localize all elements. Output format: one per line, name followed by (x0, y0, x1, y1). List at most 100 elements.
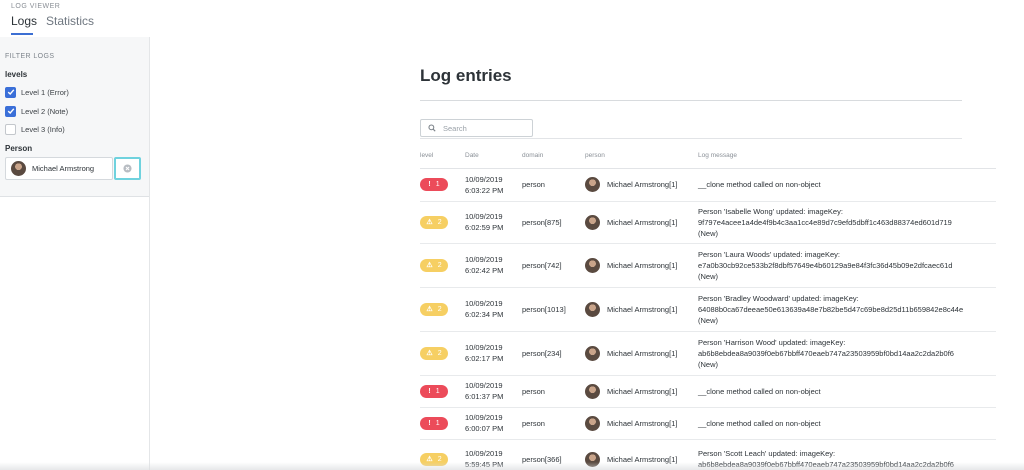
avatar (585, 257, 600, 273)
log-message-line: Person 'Laura Woods' updated: imageKey: (698, 249, 840, 259)
log-message-line: Person 'Harrison Wood' updated: imageKey… (698, 337, 846, 347)
log-time: 5:59:45 PM (465, 460, 504, 469)
level-number: 2 (437, 349, 442, 357)
filter-title: FILTER LOGS (5, 53, 55, 60)
date-cell: 10/09/2019 6:02:17 PM (465, 331, 522, 376)
log-message-cell: __clone method called on non-object (698, 168, 996, 202)
level-number: 1 (435, 387, 440, 395)
level-number: 2 (437, 218, 442, 226)
level-3-label: Level 3 (Info) (21, 124, 65, 134)
level-number: 1 (435, 419, 440, 427)
checkmark-icon (7, 108, 14, 115)
table-row[interactable]: ! 1 10/09/2019 6:03:22 PM person Michael Arms… (420, 168, 996, 202)
log-message-line: (New) (698, 315, 718, 325)
level-3-filter[interactable]: Level 3 (Info) (5, 123, 65, 135)
person-select[interactable]: Michael Armstrong (5, 157, 113, 180)
log-table: level Date domain person Log message ! 1 1… (420, 144, 996, 470)
person-cell: Michael Armstrong[1] (585, 439, 698, 470)
log-date: 10/09/2019 (465, 174, 503, 184)
tab-statistics[interactable]: Statistics (46, 14, 94, 28)
domain-cell: person[742] (522, 243, 585, 288)
column-header-level[interactable]: level (420, 144, 465, 169)
log-message-line: Person 'Isabelle Wong' updated: imageKey… (698, 206, 843, 216)
table-row[interactable]: ⚠ 2 10/09/2019 6:02:59 PM person[875] Michael… (420, 201, 996, 244)
sidebar: FILTER LOGS levels Level 1 (Error) Level… (0, 37, 150, 470)
warning-badge: ⚠ 2 (420, 452, 448, 466)
table-row[interactable]: ⚠ 2 10/09/2019 6:02:17 PM person[234] Michael… (420, 331, 996, 376)
table-row[interactable]: ⚠ 2 10/09/2019 6:02:34 PM person[1013] Michae… (420, 287, 996, 332)
table-row[interactable]: ! 1 10/09/2019 6:01:37 PM person Michael Arms… (420, 375, 996, 408)
date-cell: 10/09/2019 6:02:42 PM (465, 243, 522, 288)
table-row[interactable]: ⚠ 2 10/09/2019 5:59:45 PM person[366] Michael… (420, 439, 996, 470)
log-time: 6:02:17 PM (465, 354, 504, 363)
person-select-value: Michael Armstrong (32, 164, 95, 173)
person-cell: Michael Armstrong[1] (585, 375, 698, 408)
log-date: 10/09/2019 (465, 413, 503, 422)
person-name: Michael Armstrong[1] (607, 386, 678, 396)
person-name: Michael Armstrong[1] (607, 418, 678, 428)
log-message-cell: Person 'Scott Leach' updated: imageKey: a… (698, 439, 996, 470)
error-badge: ! 1 (420, 178, 448, 191)
avatar (585, 177, 600, 192)
person-name: Michael Armstrong[1] (607, 180, 678, 189)
column-header-person[interactable]: person (585, 144, 698, 169)
table-row[interactable]: ! 1 10/09/2019 6:00:07 PM person Michael Arms… (420, 407, 996, 440)
column-header-date[interactable]: Date (465, 144, 522, 169)
person-cell: Michael Armstrong[1] (585, 287, 698, 332)
log-message-line: Person 'Scott Leach' updated: imageKey: (698, 449, 836, 458)
log-time: 6:02:59 PM (465, 223, 504, 232)
domain-cell: person (522, 168, 585, 202)
level-number: 2 (437, 305, 442, 313)
domain-cell: person[875] (522, 201, 585, 244)
avatar (585, 451, 600, 467)
log-message-line: ab6b8ebdea8a9039f0eb67bbff470eaeb747a235… (698, 460, 954, 469)
log-message-cell: Person 'Isabelle Wong' updated: imageKey… (698, 201, 996, 244)
log-message-line: ab6b8ebdea8a9039f0eb67bbff470eaeb747a235… (698, 348, 954, 358)
log-date: 10/09/2019 (465, 381, 503, 390)
log-time: 6:03:22 PM (465, 185, 504, 195)
column-header-domain[interactable]: domain (522, 144, 585, 169)
level-2-checkbox[interactable] (5, 105, 16, 117)
clear-person-button[interactable] (114, 157, 141, 180)
level-cell: ! 1 (420, 168, 465, 202)
date-cell: 10/09/2019 6:01:37 PM (465, 375, 522, 408)
log-message-line: Person 'Bradley Woodward' updated: image… (698, 293, 859, 303)
level-1-filter[interactable]: Level 1 (Error) (5, 86, 69, 98)
date-cell: 10/09/2019 6:02:34 PM (465, 287, 522, 332)
exclamation-icon: ! (428, 419, 431, 427)
avatar (585, 301, 600, 317)
warning-badge: ⚠ 2 (420, 346, 448, 360)
warning-badge: ⚠ 2 (420, 302, 448, 316)
log-message-cell: __clone method called on non-object (698, 375, 996, 408)
person-cell: Michael Armstrong[1] (585, 201, 698, 244)
domain-cell: person[1013] (522, 287, 585, 332)
person-name: Michael Armstrong[1] (607, 260, 678, 270)
tab-logs[interactable]: Logs (11, 14, 37, 28)
log-message-cell: Person 'Laura Woods' updated: imageKey: e… (698, 243, 996, 288)
domain-cell: person (522, 375, 585, 408)
log-date: 10/09/2019 (465, 343, 503, 352)
column-header-log-message[interactable]: Log message (698, 144, 996, 169)
date-cell: 10/09/2019 6:03:22 PM (465, 168, 522, 202)
level-2-filter[interactable]: Level 2 (Note) (5, 105, 68, 117)
avatar (585, 345, 600, 361)
log-message-line: __clone method called on non-object (698, 386, 821, 396)
checkmark-icon (7, 89, 14, 96)
avatar (585, 383, 600, 399)
level-3-checkbox[interactable] (5, 123, 16, 135)
warning-icon: ⚠ (426, 305, 433, 313)
avatar (585, 415, 600, 431)
level-cell: ⚠ 2 (420, 439, 465, 470)
app-title: LOG VIEWER (11, 3, 61, 10)
app-header: LOG VIEWER Logs Statistics (0, 0, 1024, 37)
levels-label: levels (5, 70, 28, 79)
exclamation-icon: ! (428, 181, 431, 188)
table-row[interactable]: ⚠ 2 10/09/2019 6:02:42 PM person[742] Michael… (420, 243, 996, 288)
search-field[interactable] (420, 119, 533, 137)
log-date: 10/09/2019 (465, 299, 503, 308)
search-input[interactable] (443, 123, 523, 133)
log-date: 10/09/2019 (465, 255, 503, 264)
person-cell: Michael Armstrong[1] (585, 331, 698, 376)
log-message-cell: Person 'Bradley Woodward' updated: image… (698, 287, 996, 332)
level-1-checkbox[interactable] (5, 86, 16, 98)
